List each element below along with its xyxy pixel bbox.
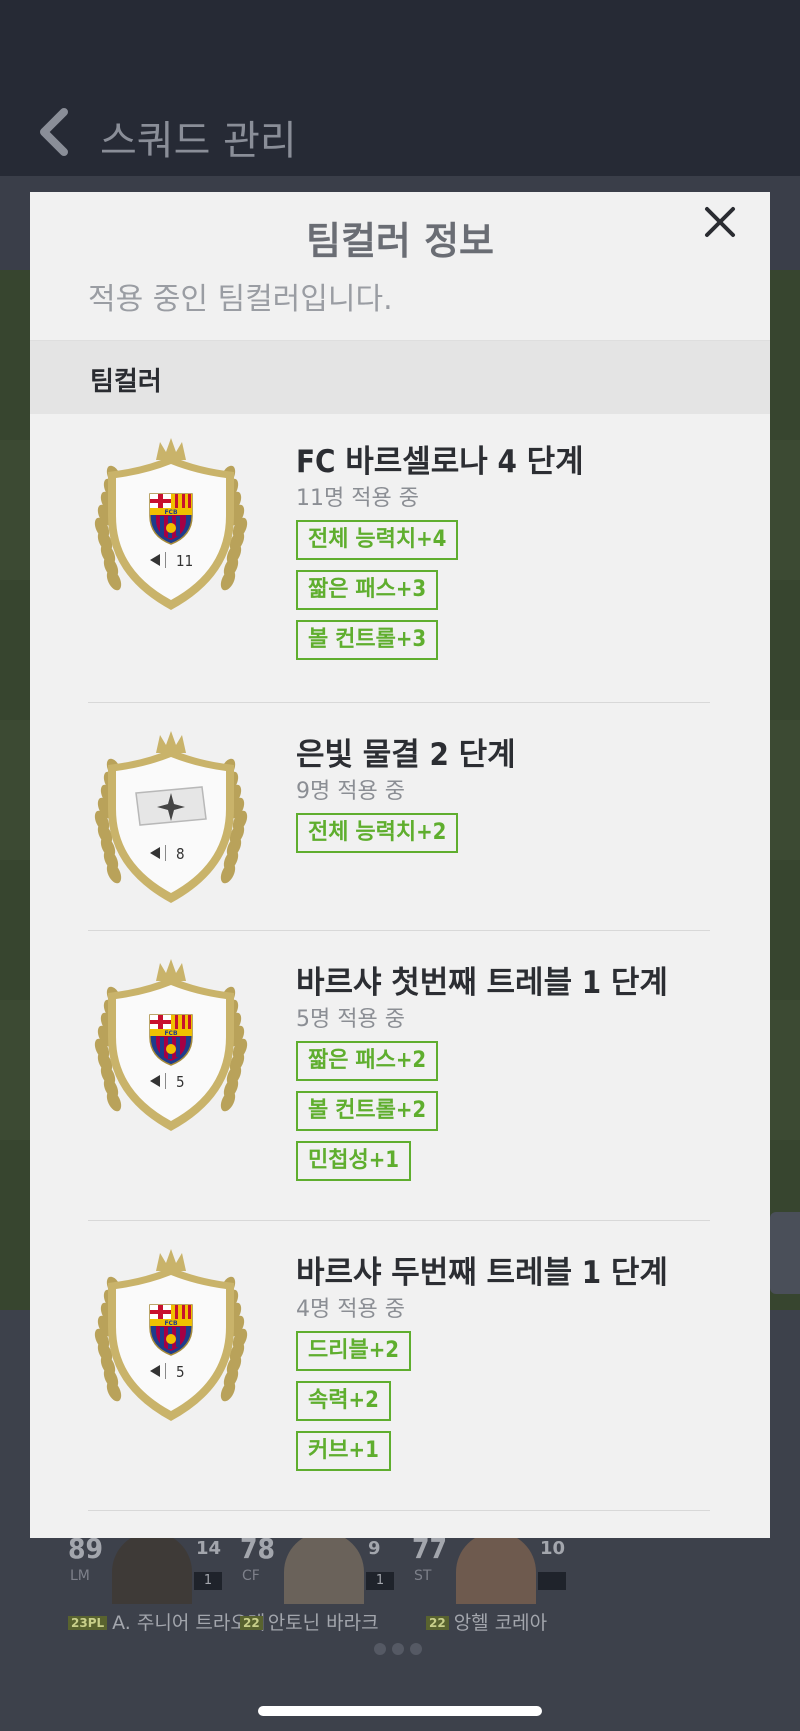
page-dot: [410, 1643, 422, 1655]
season-badge: 22: [240, 1616, 263, 1630]
player-level: 1: [194, 1572, 222, 1590]
home-indicator[interactable]: [258, 1706, 542, 1716]
svg-text:11: 11: [176, 552, 193, 570]
star-banner-icon: [135, 786, 207, 826]
player-number: 14: [196, 1538, 222, 1559]
item-divider: [88, 1510, 710, 1511]
player-name-text: 앙헬 코레아: [453, 1612, 548, 1634]
season-badge: 22: [426, 1616, 449, 1630]
player-position: LM: [70, 1568, 90, 1584]
team-color-name: 바르샤 두번째 트레블 1 단계: [296, 1255, 668, 1291]
stat-bonus-list: 전체 능력치+2: [296, 813, 459, 863]
page-dot: [392, 1643, 404, 1655]
svg-text:FCB: FCB: [164, 509, 178, 516]
stat-bonus-tag: 커브+1: [296, 1431, 391, 1471]
player-level: [538, 1572, 566, 1590]
svg-text:FCB: FCB: [164, 1320, 178, 1327]
bench-player-card[interactable]: 78 CF 9 1 22 안토닌 바라크: [240, 1532, 420, 1635]
page-title: 스쿼드 관리: [100, 118, 297, 164]
player-level: 1: [366, 1572, 394, 1590]
player-position: ST: [414, 1568, 432, 1584]
stat-bonus-tag: 볼 컨트롤+2: [296, 1091, 439, 1131]
back-arrow-icon[interactable]: [36, 108, 70, 156]
player-name-text: 안토닌 바라크: [267, 1612, 379, 1634]
close-icon[interactable]: [704, 206, 736, 238]
season-badge: 23PL: [68, 1616, 108, 1630]
player-photo: [284, 1532, 364, 1604]
modal-subtitle: 적용 중인 팀컬러입니다.: [88, 282, 393, 317]
svg-text:5: 5: [176, 1363, 185, 1381]
player-number: 9: [368, 1538, 381, 1559]
item-divider: [88, 930, 710, 931]
stat-bonus-tag: 전체 능력치+2: [296, 813, 459, 853]
team-color-crest-icon: FCB 5: [88, 957, 254, 1133]
stat-bonus-tag: 드리블+2: [296, 1331, 412, 1371]
stat-bonus-list: 전체 능력치+4 짧은 패스+3 볼 컨트롤+3: [296, 520, 459, 670]
applied-count: 5명 적용 중: [296, 1007, 405, 1032]
team-color-crest-icon: FCB 11: [88, 436, 254, 612]
stat-bonus-list: 짧은 패스+2 볼 컨트롤+2 민첩성+1: [296, 1041, 439, 1191]
side-tab[interactable]: [770, 1212, 800, 1294]
player-name: 23PL A. 주니어 트라오레: [68, 1608, 265, 1635]
page-indicator: [374, 1640, 428, 1659]
item-divider: [88, 1220, 710, 1221]
item-divider: [88, 702, 710, 703]
stat-bonus-list: 드리블+2 속력+2 커브+1: [296, 1331, 412, 1481]
team-color-crest-icon: FCB 5: [88, 1247, 254, 1423]
team-color-crest-icon: 8: [88, 729, 254, 905]
team-color-name: FC 바르셀로나 4 단계: [296, 444, 584, 480]
player-photo: [112, 1532, 192, 1604]
section-label: 팀컬러: [90, 367, 162, 397]
svg-text:FCB: FCB: [164, 1030, 178, 1037]
applied-count: 9명 적용 중: [296, 779, 405, 804]
stat-bonus-tag: 볼 컨트롤+3: [296, 620, 439, 660]
player-name: 22 안토닌 바라크: [240, 1608, 379, 1635]
stat-bonus-tag: 속력+2: [296, 1381, 391, 1421]
modal-title: 팀컬러 정보: [305, 219, 495, 263]
player-name: 22 앙헬 코레아: [426, 1608, 547, 1635]
bench-player-card[interactable]: 77 ST 10 22 앙헬 코레아: [412, 1532, 592, 1635]
team-color-name: 바르샤 첫번째 트레블 1 단계: [296, 965, 668, 1001]
player-position: CF: [242, 1568, 260, 1584]
player-number: 10: [540, 1538, 566, 1559]
section-header: 팀컬러: [30, 340, 770, 414]
stat-bonus-tag: 짧은 패스+2: [296, 1041, 439, 1081]
team-color-name: 은빛 물결 2 단계: [296, 737, 516, 773]
applied-count: 4명 적용 중: [296, 1297, 405, 1322]
player-photo: [456, 1532, 536, 1604]
stat-bonus-tag: 짧은 패스+3: [296, 570, 439, 610]
team-color-modal: 팀컬러 정보 적용 중인 팀컬러입니다. 팀컬러 FCB 11 FC 바르셀로나 4…: [30, 192, 770, 1538]
stat-bonus-tag: 전체 능력치+4: [296, 520, 459, 560]
close-button[interactable]: [670, 192, 770, 252]
svg-text:8: 8: [176, 845, 185, 863]
svg-text:5: 5: [176, 1073, 185, 1091]
applied-count: 11명 적용 중: [296, 486, 419, 511]
stat-bonus-tag: 민첩성+1: [296, 1141, 412, 1181]
page-dot: [374, 1643, 386, 1655]
bench-player-card[interactable]: 89 LM 14 1 23PL A. 주니어 트라오레: [68, 1532, 265, 1634]
